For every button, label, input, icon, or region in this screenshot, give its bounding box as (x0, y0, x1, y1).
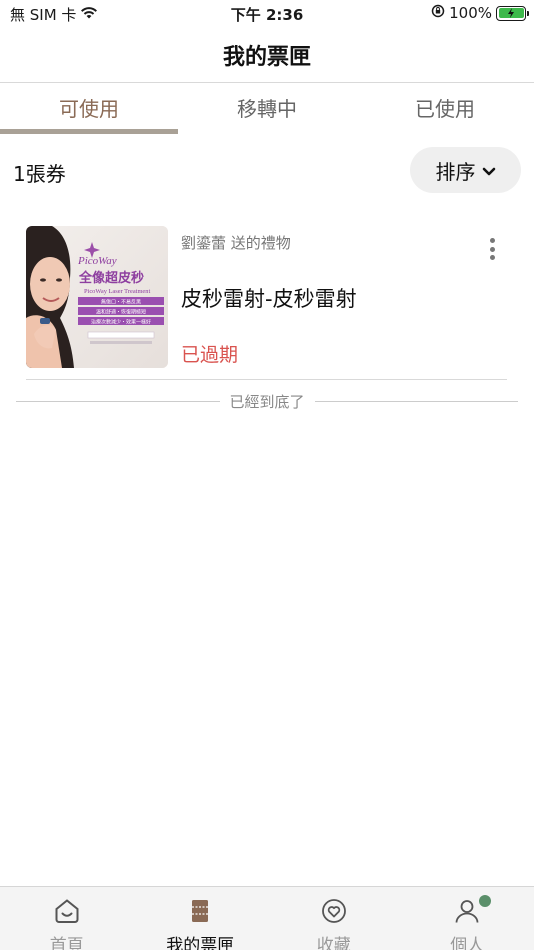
bottom-tab-bar: 首頁 我的票匣 收藏 個人 (0, 886, 534, 950)
status-bar: 無 SIM 卡 下午 2:36 100% (0, 0, 534, 28)
person-icon (454, 898, 480, 928)
ticket-count: 1張券 (13, 162, 66, 186)
end-of-list-text: 已經到底了 (229, 392, 305, 411)
chevron-down-icon (482, 158, 496, 182)
end-of-list-divider: 已經到底了 (16, 391, 519, 411)
svg-text:治療次數減少・效果一樣好: 治療次數減少・效果一樣好 (91, 318, 151, 325)
nav-profile[interactable]: 個人 (401, 887, 534, 950)
divider-line (314, 400, 519, 402)
nav-favorites-label: 收藏 (316, 936, 351, 950)
ticket-giver: 劉鎏蕾 送的禮物 (181, 234, 291, 252)
sort-button[interactable]: 排序 (410, 147, 521, 193)
home-icon (54, 898, 80, 928)
ticket-thumbnail: PicoWay 全像超皮秒 PicoWay Laser Treatment 無傷… (26, 226, 168, 368)
more-options-icon[interactable] (485, 236, 499, 262)
svg-text:溫和舒適・恢復期極短: 溫和舒適・恢復期極短 (96, 308, 146, 315)
tab-available[interactable]: 可使用 (0, 84, 178, 134)
nav-favorites[interactable]: 收藏 (267, 887, 401, 950)
tab-used[interactable]: 已使用 (356, 84, 534, 134)
heart-icon (321, 898, 347, 928)
ticket-tabs: 可使用 移轉中 已使用 (0, 84, 534, 134)
nav-home[interactable]: 首頁 (0, 887, 134, 950)
nav-my-tickets-label: 我的票匣 (166, 936, 235, 950)
nav-header: 我的票匣 (0, 28, 534, 83)
battery-percent: 100% (449, 4, 492, 22)
svg-text:無傷口・不易反黑: 無傷口・不易反黑 (101, 298, 141, 305)
nav-my-tickets[interactable]: 我的票匣 (134, 887, 268, 950)
nav-profile-label: 個人 (450, 936, 485, 950)
svg-text:PicoWay Laser Treatment: PicoWay Laser Treatment (84, 288, 150, 295)
ticket-card[interactable]: PicoWay 全像超皮秒 PicoWay Laser Treatment 無傷… (26, 226, 507, 380)
svg-text:全像超皮秒: 全像超皮秒 (78, 270, 144, 286)
battery-icon (496, 5, 529, 21)
sort-label: 排序 (435, 159, 476, 184)
ticket-title: 皮秒雷射-皮秒雷射 (181, 287, 357, 311)
notification-dot (478, 895, 491, 907)
page-title: 我的票匣 (222, 45, 311, 70)
tab-transferring[interactable]: 移轉中 (178, 84, 356, 134)
svg-text:PicoWay: PicoWay (77, 255, 117, 267)
ticket-status-badge: 已過期 (181, 344, 239, 366)
orientation-lock-icon (431, 4, 445, 22)
status-right: 100% (431, 4, 529, 22)
divider-line (16, 400, 220, 402)
ticket-wallet-icon (187, 898, 213, 928)
nav-home-label: 首頁 (49, 936, 84, 950)
